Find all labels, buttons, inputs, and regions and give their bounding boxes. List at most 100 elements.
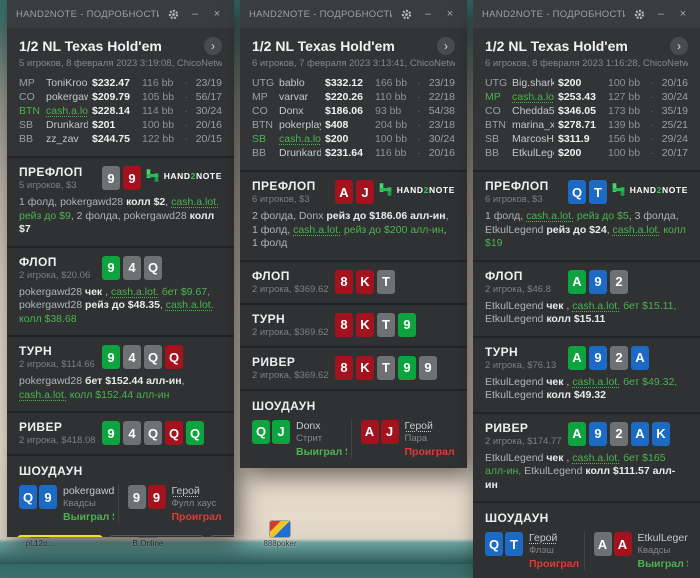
board-cards: 8KT bbox=[335, 269, 395, 294]
showdown-player-info: ГеройФулл хаус Проиграл $209 bbox=[172, 485, 223, 523]
close-button[interactable]: × bbox=[442, 6, 458, 22]
player-row[interactable]: SB cash.a.lot. (Ге $200 100 bb · 30/24 bbox=[252, 133, 455, 147]
minimize-button[interactable]: – bbox=[420, 6, 436, 22]
action-segment: рейз до $9 bbox=[19, 209, 71, 222]
player-row[interactable]: BTN cash.a.lot. (Ге $228.14 114 bb · 30/24 bbox=[19, 105, 222, 119]
street-header-left: ТУРН 2 игрока, $76.13 bbox=[485, 345, 568, 371]
card: Q bbox=[144, 421, 162, 445]
game-header: 1/2 NL Texas Hold'em › 5 игроков, 8 феврал… bbox=[7, 28, 234, 74]
player-stats: 23/19 bbox=[195, 77, 222, 89]
player-row[interactable]: CO pokergawd28 $209.79 105 bb · 56/17 bbox=[19, 91, 222, 105]
hero-name-link[interactable]: cash.a.lot. bbox=[19, 389, 67, 401]
copy-button[interactable]: КОПИРОВАТЬ bbox=[109, 535, 204, 537]
player-row[interactable]: CO Donx $186.06 93 bb · 54/38 bbox=[252, 105, 455, 119]
showdown-player-name[interactable]: Герой bbox=[529, 532, 580, 544]
street-section: ФЛОП 2 игрока, $20.06 9 4 Qpokergawd28 чек ,… bbox=[7, 245, 234, 336]
player-row[interactable]: BTN marina_x_key $278.71 139 bb · 25/21 bbox=[485, 119, 688, 133]
page-button[interactable]: 1 bbox=[209, 535, 234, 537]
minimize-button[interactable]: – bbox=[187, 6, 203, 22]
hero-name-link[interactable]: cash.a.lot. bbox=[171, 196, 219, 208]
expand-chevron-button[interactable]: › bbox=[437, 37, 455, 55]
street-header: ПРЕФЛОП 6 игроков, $3 A J HAND2NOTE bbox=[240, 172, 467, 207]
hand2note-wordmark: HAND2NOTE bbox=[630, 185, 688, 195]
street-section: ПРЕФЛОП 6 игроков, $3 Q T HAND2NOTE 1 фолд, c… bbox=[473, 170, 700, 260]
player-row[interactable]: SB Drunkard $201 100 bb · 20/16 bbox=[19, 119, 222, 133]
player-row[interactable]: BTN pokerplayer4e $408 204 bb · 23/18 bbox=[252, 119, 455, 133]
street-header: ПРЕФЛОП 5 игроков, $3 9 9 HAND2NOTE bbox=[7, 158, 234, 193]
desktop-icon[interactable]: 888poker bbox=[248, 521, 312, 548]
hero-name-link[interactable]: cash.a.lot. bbox=[111, 286, 159, 298]
window-titlebar: HAND2NOTE - ПОДРОБНОСТИ РАЗДАЧИ –× bbox=[240, 0, 467, 28]
street-pot-info: 2 игрока, $46.8 bbox=[485, 283, 551, 295]
player-row[interactable]: UTG bablo $332.12 166 bb · 23/19 bbox=[252, 77, 455, 91]
player-bb: 116 bb bbox=[142, 77, 174, 89]
hero-name-link[interactable]: cash.a.lot. bbox=[613, 224, 661, 236]
player-row[interactable]: BB Drunkard $231.64 116 bb · 20/16 bbox=[252, 147, 455, 161]
street-pot-info: 5 игроков, $3 bbox=[19, 180, 77, 191]
player-row[interactable]: MP ToniKroos $232.47 116 bb · 23/19 bbox=[19, 77, 222, 91]
player-row[interactable]: BB EtkulLegend $200 100 bb · 20/17 bbox=[485, 147, 688, 161]
card: 4 bbox=[123, 345, 141, 369]
street-actions: 1 фолд, cash.a.lot. рейз до $5, 3 фолда,… bbox=[473, 207, 700, 260]
window-title: HAND2NOTE - ПОДРОБНОСТИ РАЗДАЧИ bbox=[249, 8, 392, 20]
separator-dot: · bbox=[417, 77, 421, 89]
player-row[interactable]: CO Chedda51 $346.05 173 bb · 35/19 bbox=[485, 105, 688, 119]
showdown-player-info: ГеройПараПроиграл $186 bbox=[405, 420, 456, 458]
hero-name-link[interactable]: cash.a.lot. bbox=[293, 224, 341, 236]
separator-dot: · bbox=[650, 119, 654, 131]
street-name: РИВЕР bbox=[19, 420, 63, 434]
close-button[interactable]: × bbox=[675, 6, 691, 22]
window-title: HAND2NOTE - ПОДРОБНОСТИ РАЗДАЧИ bbox=[482, 8, 625, 20]
separator-dot: · bbox=[650, 91, 654, 103]
showdown-row: QTГеройФлэшПроиграл $200AAEtkulLegendКва… bbox=[485, 532, 688, 570]
hero-name-link[interactable]: cash.a.lot. bbox=[166, 299, 214, 311]
street-header-left: РИВЕР 2 игрока, $369.62 bbox=[252, 355, 335, 381]
showdown-player-name[interactable]: Герой bbox=[172, 485, 223, 497]
player-row[interactable]: UTG Big.shark.pro $200 100 bb · 20/16 bbox=[485, 77, 688, 91]
player-position: CO bbox=[252, 105, 268, 117]
wordmark-left: HAND bbox=[629, 184, 657, 195]
hero-name-link[interactable]: cash.a.lot. bbox=[572, 300, 620, 312]
player-position: MP bbox=[252, 91, 268, 103]
separator-dot: · bbox=[417, 119, 421, 131]
minimize-button[interactable]: – bbox=[653, 6, 669, 22]
showdown-player-name: pokergawd28 bbox=[63, 485, 114, 497]
settings-gear-icon[interactable] bbox=[398, 6, 414, 22]
action-segment: EtkulLegend bbox=[521, 465, 586, 477]
player-name[interactable]: cash.a.lot. (Ге bbox=[46, 105, 88, 117]
street-section: ФЛОП 2 игрока, $46.8 A 9 2 EtkulLegend чек , … bbox=[473, 259, 700, 336]
settings-gear-icon[interactable] bbox=[165, 6, 181, 22]
player-row[interactable]: SB MarcosHeredi $311.9 156 bb · 29/24 bbox=[485, 133, 688, 147]
card: 9 bbox=[102, 255, 120, 280]
player-stats: 25/21 bbox=[661, 119, 688, 131]
player-name[interactable]: cash.a.lot. (Ге bbox=[512, 91, 554, 103]
player-name: marina_x_key bbox=[512, 119, 554, 131]
close-button[interactable]: × bbox=[209, 6, 225, 22]
settings-gear-icon[interactable] bbox=[631, 6, 647, 22]
player-stack: $278.71 bbox=[558, 119, 596, 131]
expand-chevron-button[interactable]: › bbox=[204, 37, 222, 55]
player-row[interactable]: BB zz_zav $244.75 122 bb · 20/15 bbox=[19, 133, 222, 147]
player-stats: 30/24 bbox=[428, 133, 455, 145]
hero-name-link[interactable]: cash.a.lot. bbox=[572, 376, 620, 388]
footer-buttons: ССЫЛКА КОПИРОВАТЬ 1 bbox=[7, 529, 234, 537]
player-position: SB bbox=[19, 119, 34, 131]
expand-chevron-button[interactable]: › bbox=[670, 37, 688, 55]
hand-details-window: HAND2NOTE - ПОДРОБНОСТИ РАЗДАЧИ –× 1/2 NL … bbox=[240, 0, 467, 468]
hero-name-link[interactable]: cash.a.lot. bbox=[572, 452, 620, 464]
action-segment: колл $38.68 bbox=[19, 312, 77, 325]
player-name[interactable]: cash.a.lot. (Ге bbox=[279, 133, 321, 145]
player-stats: 20/16 bbox=[661, 77, 688, 89]
link-button[interactable]: ССЫЛКА bbox=[17, 535, 103, 537]
player-row[interactable]: MP varvar $220.26 110 bb · 22/18 bbox=[252, 91, 455, 105]
hero-name-link[interactable]: cash.a.lot. bbox=[526, 210, 574, 222]
player-bb: 100 bb bbox=[608, 77, 641, 89]
showdown-result: Проиграл $200 bbox=[529, 558, 580, 570]
action-segment: pokergawd28 bbox=[19, 285, 85, 298]
action-segment: EtkulLegend bbox=[485, 451, 547, 464]
card: 9 bbox=[123, 166, 141, 190]
card: Q bbox=[186, 421, 204, 445]
showdown-player-name[interactable]: Герой bbox=[405, 420, 456, 432]
player-row[interactable]: MP cash.a.lot. (Ге $253.43 127 bb · 30/24 bbox=[485, 91, 688, 105]
card: Q bbox=[19, 485, 37, 509]
